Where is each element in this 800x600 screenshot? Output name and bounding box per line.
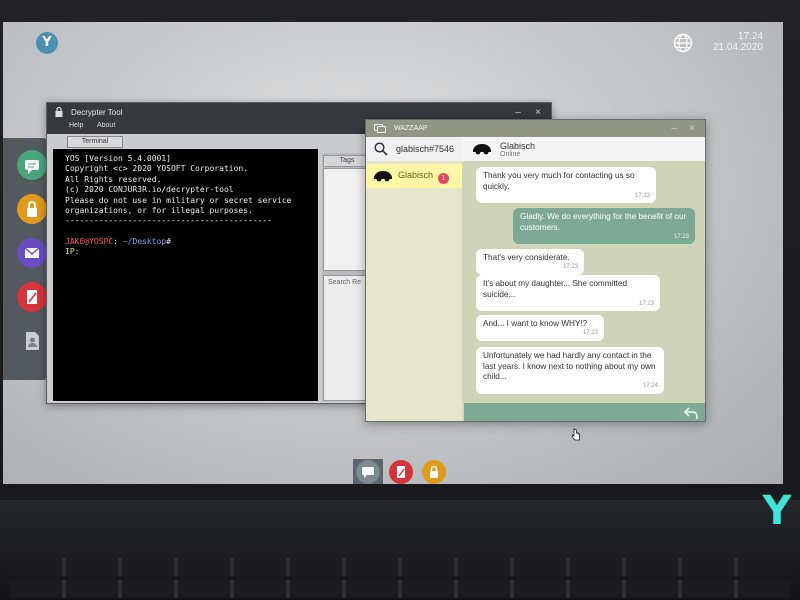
notes-icon[interactable] — [17, 282, 47, 312]
wazzaap-icon[interactable] — [17, 150, 47, 180]
message-time: 17:24 — [642, 383, 658, 389]
message-text: It's about my daughter... She committed … — [483, 279, 628, 299]
decrypter-title: Decrypter Tool — [71, 108, 123, 117]
laptop-bezel: Y 17:24 21.04.2020 Decrypter Tool – × He… — [0, 0, 800, 600]
chat-contact-status: Online — [500, 151, 521, 158]
contact-name: Glabisch — [398, 170, 434, 180]
message-text: Unfortunately we had hardly any contact … — [483, 351, 656, 381]
prompt-user: JAKE@YOSPC — [65, 236, 114, 246]
message-time: 17:23 — [673, 233, 689, 240]
clock-date: 21.04.2020 — [712, 42, 763, 53]
wazzaap-titlebar[interactable]: WAZZAAP – × — [366, 120, 705, 137]
message-text: That's very considerate. — [483, 253, 570, 262]
terminal-line: Please do not use in military or secret … — [65, 195, 292, 205]
prompt-sep: : — [113, 236, 123, 246]
terminal-output[interactable]: YOS [Version 5.4.0001] Copyright <c> 202… — [53, 149, 318, 401]
message-bubble: Thank you very much for contacting us so… — [476, 167, 656, 203]
minimize-button[interactable]: – — [667, 120, 681, 137]
desktop: Y 17:24 21.04.2020 Decrypter Tool – × He… — [3, 22, 783, 484]
prompt-hash: # — [166, 236, 171, 246]
key-row — [10, 558, 790, 576]
terminal-line: YOS [Version 5.4.0001] — [65, 154, 171, 163]
message-time: 17:23 — [634, 192, 650, 199]
terminal-prompt: JAKE@YOSPC: ~/Desktop# — [65, 237, 306, 247]
chat-header: Glabisch Online — [462, 137, 705, 161]
menu-help[interactable]: Help — [69, 122, 83, 129]
message-time: 17:23 — [638, 300, 654, 307]
wazzaap-window: WAZZAAP – × glabisch#7546 Glabisch 1 Gla… — [365, 119, 706, 422]
terminal-line: (c) 2020 CONJUR3R.io/decrypter-tool — [65, 185, 234, 195]
ip-prompt[interactable]: IP: — [65, 247, 306, 257]
terminal-line: organizations, or for illegal purposes. — [65, 206, 253, 216]
message-input[interactable] — [464, 403, 705, 421]
close-button[interactable]: × — [685, 120, 699, 137]
wazzaap-logo-icon — [374, 124, 386, 133]
search-icon — [374, 142, 388, 156]
search-results: Search Re — [323, 275, 371, 401]
wazzaap-title: WAZZAAP — [394, 125, 428, 132]
message-text: And... I want to know WHY!? — [483, 319, 588, 328]
terminal-spacer — [65, 227, 306, 237]
mouse-cursor-icon — [571, 428, 580, 441]
terminal-line: All Rights reserved. — [65, 174, 162, 184]
menu-about[interactable]: About — [97, 122, 115, 129]
globe-icon[interactable] — [673, 33, 693, 53]
reply-icon[interactable] — [683, 405, 699, 421]
contact-search[interactable]: glabisch#7546 — [366, 137, 462, 161]
document-icon[interactable] — [17, 326, 47, 356]
search-input[interactable]: glabisch#7546 — [396, 144, 454, 154]
chat-messages[interactable]: Thank you very much for contacting us so… — [462, 161, 705, 403]
message-bubble: That's very considerate. 17:23 — [476, 249, 584, 275]
message-bubble: And... I want to know WHY!? 17:23 — [476, 315, 604, 341]
brand-logo: Y — [762, 488, 792, 534]
left-dock — [3, 138, 49, 380]
top-bar: Y 17:24 21.04.2020 — [3, 22, 783, 60]
message-bubble: It's about my daughter... She committed … — [476, 275, 660, 311]
key-row — [10, 580, 790, 598]
message-time: 17:23 — [582, 330, 598, 336]
mail-icon[interactable] — [17, 238, 47, 268]
tab-terminal[interactable]: Terminal — [67, 136, 123, 148]
prompt-path: ~/Desktop — [122, 236, 167, 246]
notes-icon[interactable] — [389, 460, 413, 484]
laptop-keyboard — [0, 500, 800, 600]
taskbar — [343, 459, 448, 484]
terminal-line: Copyright <c> 2020 YOSOFT Corporation. — [65, 164, 249, 174]
lock-icon[interactable] — [17, 194, 47, 224]
tags-list — [323, 168, 371, 271]
message-bubble: Gladly. We do everything for the benefit… — [513, 208, 695, 244]
terminal-line: ----------------------------------------… — [65, 216, 273, 226]
lock-icon — [55, 107, 63, 117]
message-bubble: Unfortunately we had hardly any contact … — [476, 347, 664, 394]
contacts-pane: glabisch#7546 Glabisch 1 — [366, 137, 462, 421]
unread-badge: 1 — [438, 173, 449, 184]
contact-item[interactable]: Glabisch 1 — [366, 164, 462, 188]
chat-contact-name: Glabisch — [500, 141, 536, 151]
os-logo-icon[interactable]: Y — [36, 32, 58, 54]
message-time: 17:23 — [562, 264, 578, 270]
wazzaap-icon[interactable] — [356, 460, 380, 484]
message-text: Gladly. We do everything for the benefit… — [520, 212, 687, 232]
search-results-label: Search Re — [328, 279, 362, 286]
message-text: Thank you very much for contacting us so… — [483, 171, 635, 191]
lock-icon[interactable] — [422, 460, 446, 484]
avatar — [473, 144, 491, 155]
tab-tags[interactable]: Tags — [323, 155, 371, 167]
clock-time: 17:24 — [737, 31, 763, 42]
avatar — [374, 171, 392, 182]
